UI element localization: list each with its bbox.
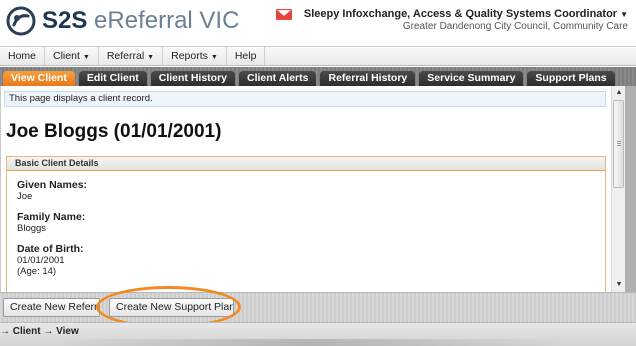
grip-line [617,145,621,146]
page-info-message: This page displays a client record. [4,91,606,107]
date-of-birth-field: Date of Birth: 01/01/2001 (Age: 14) [17,243,84,277]
app-title: S2S eReferral VIC [42,6,239,36]
given-names-field: Given Names: Joe [17,179,87,202]
scroll-down-icon[interactable]: ▼ [612,278,626,292]
tab-client-alerts[interactable]: Client Alerts [239,71,317,86]
vertical-scrollbar[interactable]: ▲ ▼ [611,86,625,292]
client-tabs: View Client Edit Client Client History C… [0,67,636,86]
scrollbar-thumb[interactable] [613,100,624,188]
menu-reports[interactable]: Reports ▼ [163,47,227,65]
s2s-logo-icon [6,6,36,36]
tab-referral-history[interactable]: Referral History [320,71,416,86]
grip-line [617,141,621,142]
app-title-light: eReferral VIC [94,7,240,34]
tab-client-history[interactable]: Client History [150,71,236,86]
family-name-field: Family Name: Bloggs [17,211,85,234]
tab-support-plans[interactable]: Support Plans [527,71,615,86]
window-edge [625,86,636,292]
tab-view-client[interactable]: View Client [3,71,75,86]
menu-help-label: Help [234,50,257,62]
footer-shadow [60,339,560,346]
menu-referral[interactable]: Referral ▼ [99,47,164,65]
age-value: (Age: 14) [17,266,57,277]
menu-client-label: Client [53,50,80,62]
user-organisation: Greater Dandenong City Council, Communit… [402,21,628,32]
create-new-referral-button[interactable]: Create New Referral [3,298,100,317]
tab-service-summary[interactable]: Service Summary [419,71,524,86]
chevron-down-icon: ▼ [82,54,90,61]
chevron-down-icon: ▼ [210,54,218,61]
scroll-up-icon[interactable]: ▲ [612,86,626,100]
chevron-down-icon[interactable]: ▼ [620,10,628,19]
tab-edit-client[interactable]: Edit Client [78,71,147,86]
main-menu: Home Client ▼ Referral ▼ Reports ▼ Help [0,46,636,66]
status-footer: → Client → View [0,322,636,346]
chevron-down-icon: ▼ [147,54,155,61]
breadcrumb: → Client → View [0,326,79,337]
menu-reports-label: Reports [171,50,208,62]
app-header: S2S eReferral VIC Sleepy Infoxchange, Ac… [0,0,636,44]
menu-referral-label: Referral [106,50,145,62]
create-new-support-plan-button[interactable]: Create New Support Plan [109,298,234,317]
client-record-panel: This page displays a client record. Joe … [0,86,636,296]
grip-line [617,143,621,144]
basic-client-details-section: Basic Client Details Given Names: Joe Fa… [6,156,606,296]
family-name-label: Family Name: [17,211,86,223]
menu-client[interactable]: Client ▼ [45,47,99,65]
menu-home[interactable]: Home [0,47,46,65]
given-names-value: Joe [17,191,33,202]
section-title: Basic Client Details [7,157,605,171]
menu-home-label: Home [8,50,37,62]
page-title: Joe Bloggs (01/01/2001) [6,121,222,142]
app-title-bold: S2S [42,7,88,34]
action-bar: Create New Referral Create New Support P… [0,292,636,322]
user-panel: Sleepy Infoxchange, Access & Quality Sys… [275,8,628,32]
date-of-birth-label: Date of Birth: [17,243,84,255]
menu-help[interactable]: Help [227,47,266,65]
date-of-birth-value: 01/01/2001 [17,255,65,266]
envelope-icon[interactable] [275,8,292,20]
given-names-label: Given Names: [17,179,88,191]
family-name-value: Bloggs [17,223,47,234]
app-logo[interactable]: S2S eReferral VIC [6,6,239,36]
user-name[interactable]: Sleepy Infoxchange, Access & Quality Sys… [304,8,617,20]
